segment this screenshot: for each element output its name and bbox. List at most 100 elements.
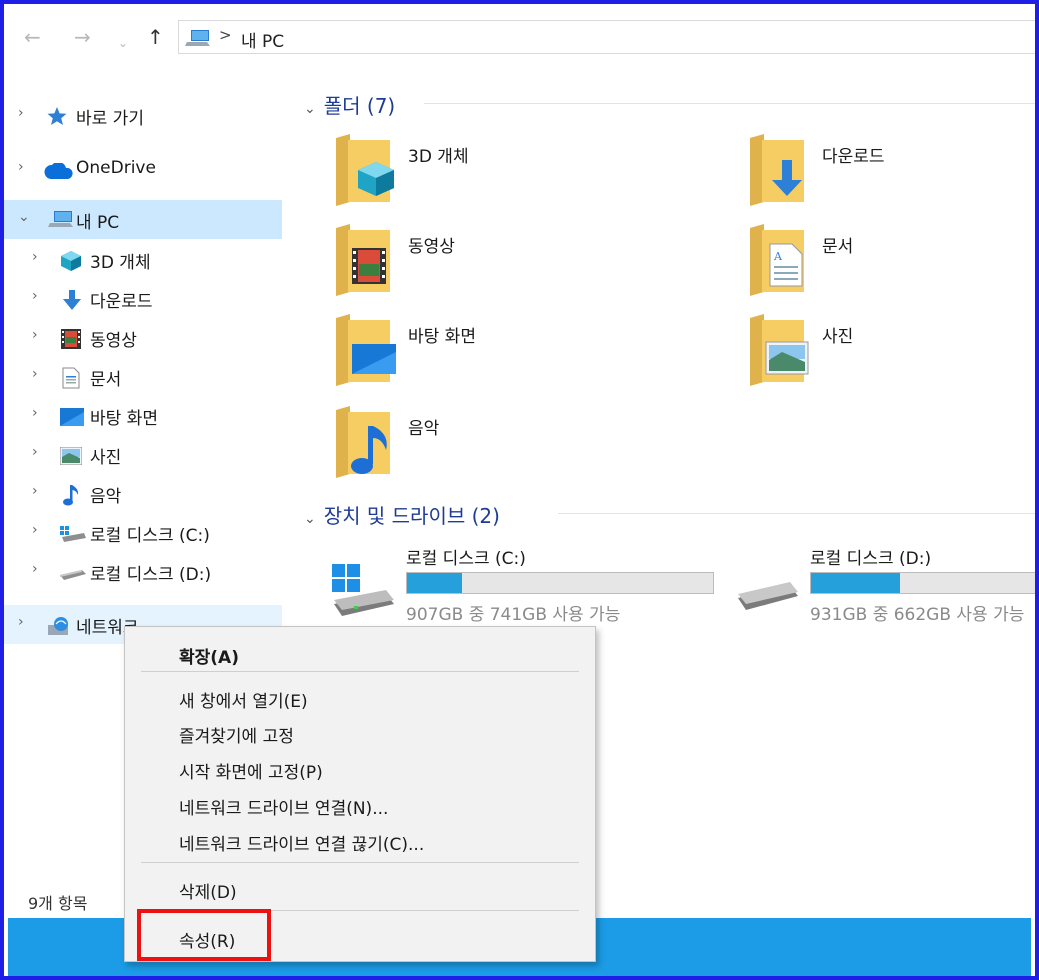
collapse-chevron-icon[interactable]: ⌄ (18, 209, 30, 225)
cube-icon (60, 250, 82, 276)
group-title: 폴더 (7) (323, 94, 396, 118)
nav-item-drive-c[interactable]: › 로컬 디스크 (C:) (4, 513, 282, 552)
menu-item-pin-quick-access[interactable]: 즐겨찾기에 고정 (179, 722, 294, 747)
nav-label: 문서 (90, 370, 122, 390)
group-header-folders[interactable]: ⌄ 폴더 (7) (304, 90, 395, 119)
folder-tile-downloads[interactable]: 다운로드 (748, 132, 1035, 216)
film-icon (60, 328, 82, 354)
folder-3d-objects-icon (334, 132, 398, 210)
drive-d-icon (59, 566, 87, 585)
menu-item-pin-start[interactable]: 시작 화면에 고정(P) (179, 758, 323, 783)
folder-pictures-icon (748, 312, 812, 390)
recent-locations-chevron-icon[interactable]: ⌄ (118, 30, 128, 56)
folder-tile-videos[interactable]: 동영상 (334, 222, 734, 306)
group-header-devices[interactable]: ⌄ 장치 및 드라이브 (2) (304, 500, 500, 529)
menu-item-expand[interactable]: 확장(A) (179, 643, 239, 668)
this-pc-icon (185, 29, 211, 51)
desktop-icon (60, 408, 84, 430)
menu-item-disconnect-network-drive[interactable]: 네트워크 드라이브 연결 끊기(C)... (179, 830, 424, 855)
expand-chevron-icon[interactable]: › (18, 614, 24, 630)
expand-chevron-icon[interactable]: › (32, 522, 38, 538)
drive-tile-d[interactable]: 로컬 디스크 (D:) 931GB 중 662GB 사용 가능 (736, 544, 1035, 628)
drive-c-windows-icon (332, 564, 396, 622)
folder-tile-music[interactable]: 음악 (334, 404, 734, 488)
folder-music-icon (334, 404, 398, 482)
breadcrumb-separator[interactable]: > (219, 26, 232, 44)
nav-item-pictures[interactable]: › 사진 (4, 435, 282, 474)
nav-label: 내 PC (76, 213, 120, 233)
nav-label: 로컬 디스크 (C:) (90, 526, 210, 546)
download-arrow-icon (62, 289, 82, 315)
expand-chevron-icon[interactable]: › (32, 288, 38, 304)
collapse-chevron-icon[interactable]: ⌄ (304, 511, 316, 527)
folder-tile-documents[interactable]: A 문서 (748, 222, 1035, 306)
star-icon (46, 106, 68, 130)
status-item-count: 9개 항목 (28, 894, 88, 913)
nav-item-this-pc[interactable]: ⌄ 내 PC (4, 200, 282, 239)
document-icon (61, 367, 81, 393)
nav-label: OneDrive (76, 158, 156, 178)
expand-chevron-icon[interactable]: › (32, 405, 38, 421)
folder-label: 동영상 (408, 237, 455, 257)
folder-label: 다운로드 (822, 147, 885, 167)
folder-label: 음악 (408, 419, 440, 439)
folder-tile-3d-objects[interactable]: 3D 개체 (334, 132, 734, 216)
menu-item-open-new-window[interactable]: 새 창에서 열기(E) (179, 687, 308, 712)
back-arrow-icon[interactable]: ← (24, 24, 41, 50)
nav-label: 로컬 디스크 (D:) (90, 565, 212, 585)
folder-tile-pictures[interactable]: 사진 (748, 312, 1035, 396)
menu-separator (141, 671, 579, 672)
collapse-chevron-icon[interactable]: ⌄ (304, 101, 316, 117)
menu-item-map-network-drive[interactable]: 네트워크 드라이브 연결(N)... (179, 794, 388, 819)
folder-label: 바탕 화면 (408, 327, 476, 347)
folder-desktop-icon (334, 312, 398, 390)
folder-tile-desktop[interactable]: 바탕 화면 (334, 312, 734, 396)
nav-item-desktop[interactable]: › 바탕 화면 (4, 396, 282, 435)
group-title: 장치 및 드라이브 (2) (323, 504, 500, 528)
forward-arrow-icon[interactable]: → (74, 24, 91, 50)
nav-label: 다운로드 (90, 292, 153, 312)
drive-d-icon (736, 582, 800, 616)
group-divider (424, 103, 1035, 104)
drive-c-icon (59, 525, 87, 547)
nav-label: 사진 (90, 448, 122, 468)
menu-separator (141, 862, 579, 863)
expand-chevron-icon[interactable]: › (18, 105, 24, 121)
nav-item-quick-access[interactable]: › 바로 가기 (4, 96, 282, 135)
nav-item-documents[interactable]: › 문서 (4, 357, 282, 396)
expand-chevron-icon[interactable]: › (32, 366, 38, 382)
nav-label: 음악 (90, 487, 122, 507)
annotation-highlight-box (137, 909, 271, 961)
drive-name: 로컬 디스크 (C:) (406, 549, 526, 569)
up-arrow-icon[interactable]: ↑ (147, 24, 164, 50)
address-bar: ← → ⌄ ↑ > 내 PC (4, 4, 1035, 70)
drive-tile-c[interactable]: 로컬 디스크 (C:) 907GB 중 741GB 사용 가능 (332, 544, 732, 628)
drive-free-space: 931GB 중 662GB 사용 가능 (810, 605, 1025, 625)
nav-item-3d-objects[interactable]: › 3D 개체 (4, 240, 282, 279)
music-note-icon (62, 484, 80, 510)
nav-item-onedrive[interactable]: › OneDrive (4, 150, 282, 189)
expand-chevron-icon[interactable]: › (32, 249, 38, 265)
folder-downloads-icon (748, 132, 812, 210)
expand-chevron-icon[interactable]: › (18, 159, 24, 175)
folder-label: 3D 개체 (408, 147, 469, 167)
expand-chevron-icon[interactable]: › (32, 327, 38, 343)
group-divider (558, 513, 1035, 514)
address-box[interactable]: > 내 PC (178, 20, 1035, 54)
folder-label: 문서 (822, 237, 854, 257)
drive-free-space: 907GB 중 741GB 사용 가능 (406, 605, 621, 625)
menu-item-delete[interactable]: 삭제(D) (179, 878, 237, 903)
nav-item-downloads[interactable]: › 다운로드 (4, 279, 282, 318)
nav-item-drive-d[interactable]: › 로컬 디스크 (D:) (4, 552, 282, 591)
folder-videos-icon (334, 222, 398, 300)
expand-chevron-icon[interactable]: › (32, 444, 38, 460)
drive-name: 로컬 디스크 (D:) (810, 549, 932, 569)
nav-item-music[interactable]: › 음악 (4, 474, 282, 513)
breadcrumb-this-pc[interactable]: 내 PC (241, 27, 284, 52)
nav-label: 동영상 (90, 331, 137, 351)
expand-chevron-icon[interactable]: › (32, 561, 38, 577)
picture-icon (59, 446, 83, 469)
nav-item-videos[interactable]: › 동영상 (4, 318, 282, 357)
nav-label: 바로 가기 (76, 109, 144, 129)
expand-chevron-icon[interactable]: › (32, 483, 38, 499)
